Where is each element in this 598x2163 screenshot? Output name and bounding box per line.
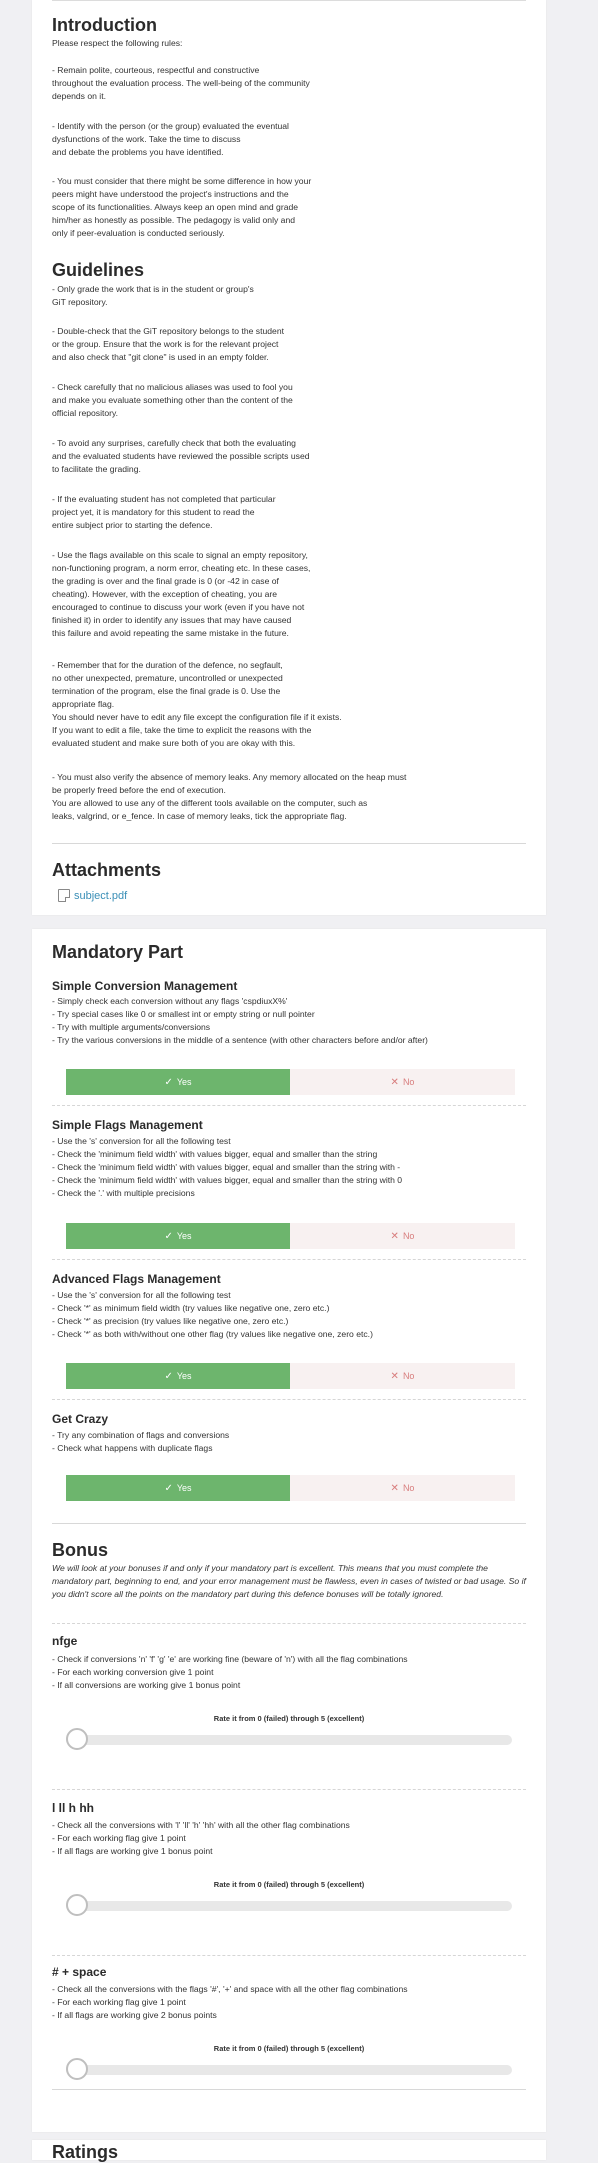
scale-card: Mandatory Part Simple Conversion Managem… xyxy=(32,929,546,2132)
yes-button[interactable]: ✓ Yes xyxy=(66,1363,290,1389)
file-icon xyxy=(58,889,70,902)
section-divider xyxy=(52,1399,526,1400)
section-text: - Check all the conversions with 'l' 'll… xyxy=(52,1820,350,1856)
section-text: - Simply check each conversion without a… xyxy=(52,996,428,1045)
rating-slider[interactable] xyxy=(52,1725,526,1751)
rating-slider[interactable] xyxy=(52,2055,526,2081)
section-text: - Check all the conversions with the fla… xyxy=(52,1984,408,2020)
guideline-item: - Only grade the work that is in the stu… xyxy=(52,284,254,307)
section-divider xyxy=(52,1259,526,1260)
yes-button[interactable]: ✓ Yes xyxy=(66,1223,290,1249)
bonus-intro: We will look at your bonuses if and only… xyxy=(52,1563,526,1599)
rating-label: Rate it from 0 (failed) through 5 (excel… xyxy=(213,1880,365,1889)
check-icon: ✓ xyxy=(164,1077,173,1088)
check-icon: ✓ xyxy=(164,1371,173,1382)
divider xyxy=(52,0,526,1)
section-title: # + space xyxy=(52,1965,107,1979)
no-button[interactable]: ✕ No xyxy=(290,1069,515,1095)
section-title: l ll h hh xyxy=(52,1801,94,1815)
cross-icon: ✕ xyxy=(390,1231,399,1242)
cross-icon: ✕ xyxy=(390,1483,399,1494)
yes-no-toggle: ✓ Yes ✕ No xyxy=(52,1069,526,1095)
check-icon: ✓ xyxy=(164,1483,173,1494)
rating-label: Rate it from 0 (failed) through 5 (excel… xyxy=(213,1714,365,1723)
rating-label: Rate it from 0 (failed) through 5 (excel… xyxy=(213,2044,365,2053)
rating-slider[interactable] xyxy=(52,1891,526,1917)
yes-no-toggle: ✓ Yes ✕ No xyxy=(52,1223,526,1249)
yes-button[interactable]: ✓ Yes xyxy=(66,1069,290,1095)
section-text: - Try any combination of flags and conve… xyxy=(52,1430,230,1453)
guideline-item: - If the evaluating student has not comp… xyxy=(52,494,276,530)
attachment-file-name[interactable]: subject.pdf xyxy=(74,890,127,902)
guideline-item: - Remember that for the duration of the … xyxy=(52,660,342,748)
mandatory-part-title: Mandatory Part xyxy=(52,942,184,962)
section-text: - Use the 's' conversion for all the fol… xyxy=(52,1136,403,1198)
divider xyxy=(52,1523,526,1524)
bonus-title: Bonus xyxy=(52,1540,108,1560)
slider-handle[interactable] xyxy=(66,1728,88,1750)
section-divider xyxy=(52,1789,526,1790)
guideline-item: - You must also verify the absence of me… xyxy=(52,772,407,821)
section-text: - Use the 's' conversion for all the fol… xyxy=(52,1290,373,1339)
check-icon: ✓ xyxy=(164,1231,173,1242)
attachments-title: Attachments xyxy=(52,860,162,880)
section-title: Advanced Flags Management xyxy=(52,1272,221,1286)
divider xyxy=(52,843,526,844)
section-title: nfge xyxy=(52,1634,78,1648)
evaluation-instructions-card: Introduction Please respect the followin… xyxy=(32,0,546,915)
introduction-rule: - You must consider that there might be … xyxy=(52,176,312,238)
slider-track[interactable] xyxy=(66,1901,512,1911)
slider-track[interactable] xyxy=(66,1735,512,1745)
yes-no-toggle: ✓ Yes ✕ No xyxy=(52,1363,526,1389)
cross-icon: ✕ xyxy=(390,1077,399,1088)
introduction-rule: - Identify with the person (or the group… xyxy=(52,121,289,157)
section-title: Get Crazy xyxy=(52,1412,109,1426)
guideline-item: - To avoid any surprises, carefully chec… xyxy=(52,438,310,474)
introduction-lead: Please respect the following rules: xyxy=(52,38,183,48)
cross-icon: ✕ xyxy=(390,1371,399,1382)
slider-handle[interactable] xyxy=(66,1894,88,1916)
section-divider xyxy=(52,1105,526,1106)
no-button[interactable]: ✕ No xyxy=(290,1363,515,1389)
no-button[interactable]: ✕ No xyxy=(290,1475,515,1501)
introduction-title: Introduction xyxy=(52,15,157,35)
guidelines-title: Guidelines xyxy=(52,260,145,280)
section-divider xyxy=(52,1955,526,1956)
guideline-item: - Check carefully that no malicious alia… xyxy=(52,382,293,418)
guideline-item: - Use the flags available on this scale … xyxy=(52,550,311,638)
ratings-card: Ratings xyxy=(32,2140,546,2162)
introduction-rule: - Remain polite, courteous, respectful a… xyxy=(52,65,310,101)
guideline-item: - Double-check that the GiT repository b… xyxy=(52,326,285,362)
ratings-title: Ratings xyxy=(52,2142,119,2162)
divider xyxy=(52,2089,526,2090)
no-button[interactable]: ✕ No xyxy=(290,1223,515,1249)
slider-handle[interactable] xyxy=(66,2058,88,2080)
slider-track[interactable] xyxy=(66,2065,512,2075)
attachment-link[interactable]: subject.pdf xyxy=(58,889,127,902)
section-text: - Check if conversions 'n' 'f' 'g' 'e' a… xyxy=(52,1654,408,1690)
section-title: Simple Flags Management xyxy=(52,1118,203,1132)
yes-no-toggle: ✓ Yes ✕ No xyxy=(52,1475,526,1501)
section-title: Simple Conversion Management xyxy=(52,979,238,993)
section-divider xyxy=(52,1623,526,1624)
yes-button[interactable]: ✓ Yes xyxy=(66,1475,290,1501)
